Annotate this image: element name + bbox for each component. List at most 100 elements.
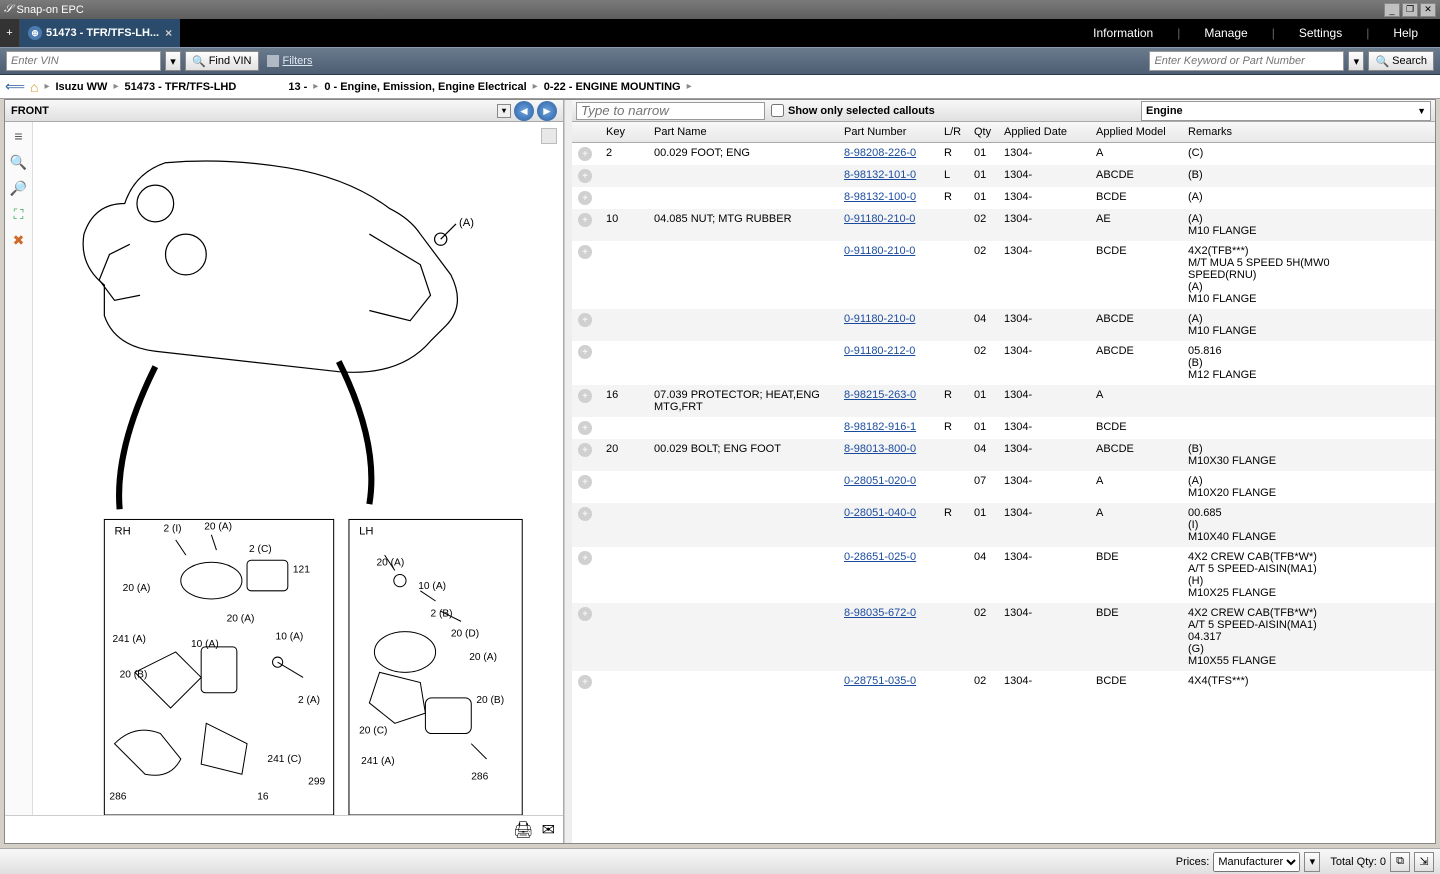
diagram-dropdown[interactable]: ▾ <box>497 104 511 118</box>
table-row[interactable]: +0-91180-210-0021304-BCDE4X2(TFB***)M/T … <box>572 241 1435 309</box>
vin-dropdown-button[interactable]: ▾ <box>165 51 181 71</box>
table-row[interactable]: +0-28051-040-0R011304-A00.685(I)M10X40 F… <box>572 503 1435 547</box>
expand-icon[interactable]: + <box>578 675 592 689</box>
col-model[interactable]: Applied Model <box>1090 122 1182 143</box>
fit-icon[interactable]: ⛶ <box>9 204 29 224</box>
engine-dropdown[interactable]: Engine ▼ <box>1141 101 1431 121</box>
new-tab-button[interactable]: + <box>0 19 20 47</box>
part-number-link[interactable]: 8-98035-672-0 <box>844 607 916 619</box>
expand-icon[interactable]: + <box>578 245 592 259</box>
copy-button[interactable]: ⧉ <box>1390 852 1410 872</box>
thumbnails-icon[interactable]: ≡ <box>9 126 29 146</box>
minimize-button[interactable]: _ <box>1384 3 1400 17</box>
keyword-dropdown-button[interactable]: ▾ <box>1348 51 1364 71</box>
menu-manage[interactable]: Manage <box>1192 26 1259 40</box>
email-icon[interactable]: ✉ <box>542 820 555 840</box>
col-remarks[interactable]: Remarks <box>1182 122 1435 143</box>
crumb-group[interactable]: 0 - Engine, Emission, Engine Electrical <box>324 81 526 93</box>
prices-select[interactable]: Manufacturer <box>1213 852 1300 872</box>
table-row[interactable]: +0-28651-025-0041304-BDE4X2 CREW CAB(TFB… <box>572 547 1435 603</box>
part-number-link[interactable]: 8-98132-100-0 <box>844 191 916 203</box>
expand-icon[interactable]: + <box>578 147 592 161</box>
part-number-link[interactable]: 0-91180-210-0 <box>844 213 915 225</box>
cell-remarks <box>1182 385 1435 417</box>
expand-icon[interactable]: + <box>578 443 592 457</box>
home-icon[interactable]: ⌂ <box>30 79 38 95</box>
expand-icon[interactable]: + <box>578 551 592 565</box>
table-row[interactable]: +1607.039 PROTECTOR; HEAT,ENG MTG,FRT8-9… <box>572 385 1435 417</box>
crumb-section[interactable]: 13 - <box>288 81 307 93</box>
diagram-viewport[interactable]: (A) RH LH <box>33 122 563 815</box>
table-row[interactable]: +8-98132-101-0L011304-ABCDE(B) <box>572 165 1435 187</box>
expand-icon[interactable]: + <box>578 213 592 227</box>
zoom-out-icon[interactable]: 🔎 <box>9 178 29 198</box>
parts-table-wrap[interactable]: Key Part Name Part Number L/R Qty Applie… <box>572 122 1435 843</box>
part-number-link[interactable]: 0-28051-020-0 <box>844 475 916 487</box>
part-number-link[interactable]: 0-91180-210-0 <box>844 313 915 325</box>
menu-settings[interactable]: Settings <box>1287 26 1354 40</box>
table-row[interactable]: +0-91180-210-0041304-ABCDE(A)M10 FLANGE <box>572 309 1435 341</box>
crumb-model[interactable]: 51473 - TFR/TFS-LHD <box>124 81 236 93</box>
table-row[interactable]: +0-28751-035-0021304-BCDE4X4(TFS***) <box>572 671 1435 693</box>
part-number-link[interactable]: 8-98132-101-0 <box>844 169 916 181</box>
reset-icon[interactable]: ✖ <box>9 230 29 250</box>
narrow-input[interactable] <box>576 102 765 120</box>
tab-close-icon[interactable]: × <box>165 26 172 40</box>
find-vin-button[interactable]: 🔍Find VIN <box>185 51 259 71</box>
part-number-link[interactable]: 0-28651-025-0 <box>844 551 916 563</box>
part-number-link[interactable]: 0-91180-210-0 <box>844 245 915 257</box>
col-name[interactable]: Part Name <box>648 122 838 143</box>
splitter[interactable] <box>564 100 572 843</box>
expand-icon[interactable]: + <box>578 169 592 183</box>
zoom-in-icon[interactable]: 🔍 <box>9 152 29 172</box>
col-qty[interactable]: Qty <box>968 122 998 143</box>
expand-icon[interactable]: + <box>578 475 592 489</box>
expand-icon[interactable]: + <box>578 607 592 621</box>
table-row[interactable]: +8-98182-916-1R011304-BCDE <box>572 417 1435 439</box>
maximize-button[interactable]: ❐ <box>1402 3 1418 17</box>
expand-icon[interactable]: + <box>578 507 592 521</box>
keyword-input[interactable] <box>1149 51 1344 71</box>
print-icon[interactable]: 🖨 <box>513 820 533 840</box>
crumb-subgroup[interactable]: 0-22 - ENGINE MOUNTING <box>544 81 681 93</box>
cell-qty: 01 <box>968 503 998 547</box>
show-selected-checkbox[interactable]: Show only selected callouts <box>771 104 935 117</box>
col-date[interactable]: Applied Date <box>998 122 1090 143</box>
expand-icon[interactable]: + <box>578 313 592 327</box>
table-row[interactable]: +8-98132-100-0R011304-BCDE(A) <box>572 187 1435 209</box>
table-row[interactable]: +1004.085 NUT; MTG RUBBER0-91180-210-002… <box>572 209 1435 241</box>
close-window-button[interactable]: ✕ <box>1420 3 1436 17</box>
table-row[interactable]: +8-98035-672-0021304-BDE4X2 CREW CAB(TFB… <box>572 603 1435 671</box>
part-number-link[interactable]: 8-98208-226-0 <box>844 147 916 159</box>
table-row[interactable]: +0-91180-212-0021304-ABCDE05.816(B)M12 F… <box>572 341 1435 385</box>
menu-information[interactable]: Information <box>1081 26 1165 40</box>
prev-diagram-button[interactable]: ◄ <box>514 101 534 121</box>
table-row[interactable]: +2000.029 BOLT; ENG FOOT8-98013-800-0041… <box>572 439 1435 471</box>
part-number-link[interactable]: 0-28051-040-0 <box>844 507 916 519</box>
col-lr[interactable]: L/R <box>938 122 968 143</box>
prices-dd[interactable]: ▾ <box>1304 852 1320 872</box>
expand-icon[interactable]: + <box>578 421 592 435</box>
menu-help[interactable]: Help <box>1381 26 1430 40</box>
part-number-link[interactable]: 0-28751-035-0 <box>844 675 916 687</box>
part-number-link[interactable]: 0-91180-212-0 <box>844 345 915 357</box>
next-diagram-button[interactable]: ► <box>537 101 557 121</box>
filters-link[interactable]: Filters <box>267 55 313 67</box>
search-button[interactable]: 🔍Search <box>1368 51 1434 71</box>
expand-icon[interactable]: + <box>578 345 592 359</box>
thumbnail-toggle[interactable] <box>541 128 557 144</box>
expand-icon[interactable]: + <box>578 191 592 205</box>
col-key[interactable]: Key <box>600 122 648 143</box>
part-number-link[interactable]: 8-98215-263-0 <box>844 389 916 401</box>
export-button[interactable]: ⇲ <box>1414 852 1434 872</box>
crumb-make[interactable]: Isuzu WW <box>56 81 108 93</box>
expand-icon[interactable]: + <box>578 389 592 403</box>
part-number-link[interactable]: 8-98013-800-0 <box>844 443 916 455</box>
back-button[interactable]: ⟸ <box>6 78 24 96</box>
part-number-link[interactable]: 8-98182-916-1 <box>844 421 916 433</box>
table-row[interactable]: +0-28051-020-0071304-A(A)M10X20 FLANGE <box>572 471 1435 503</box>
col-pn[interactable]: Part Number <box>838 122 938 143</box>
table-row[interactable]: +200.029 FOOT; ENG8-98208-226-0R011304-A… <box>572 143 1435 166</box>
tab-vehicle[interactable]: ⊕ 51473 - TFR/TFS-LH... × <box>20 19 180 47</box>
vin-input[interactable] <box>6 51 161 71</box>
